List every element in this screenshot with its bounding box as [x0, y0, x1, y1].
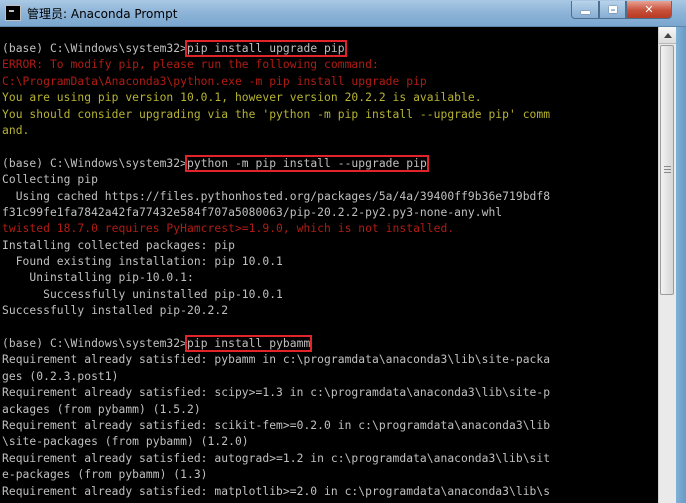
- console-line-text: Requirement already satisfied: matplotli…: [2, 484, 551, 498]
- console-line: Found existing installation: pip 10.0.1: [2, 254, 550, 270]
- console-line: (base) C:\Windows\system32>pip install p…: [2, 335, 550, 353]
- console-line-text: Requirement already satisfied: scikit-fe…: [2, 418, 551, 432]
- console-line: Successfully installed pip-20.2.2: [2, 303, 550, 319]
- console-line-text: \site-packages (from pybamm) (1.2.0): [2, 435, 249, 449]
- console-line: Requirement already satisfied: matplotli…: [2, 484, 550, 500]
- console-line: C:\ProgramData\Anaconda3\python.exe -m p…: [2, 74, 550, 90]
- prompt-path: (base) C:\Windows\system32>: [2, 42, 187, 55]
- window-frame-right: [676, 27, 686, 503]
- console-line: ges (0.2.3.post1): [2, 369, 550, 385]
- console-line-text: Using cached https://files.pythonhosted.…: [2, 189, 551, 203]
- console-line: Requirement already satisfied: autograd>…: [2, 451, 550, 467]
- scrollbar-grip-icon: [664, 166, 671, 173]
- scroll-up-arrow-icon[interactable]: [659, 27, 676, 44]
- console-line-text: Collecting pip: [2, 173, 98, 187]
- console-line: (base) C:\Windows\system32>python -m pip…: [2, 154, 550, 172]
- prompt-path: (base) C:\Windows\system32>: [2, 156, 187, 170]
- console-line: Requirement already satisfied: scikit-fe…: [2, 418, 550, 434]
- console-lines: (base) C:\Windows\system32>pip install u…: [2, 40, 550, 500]
- console-line-text: Installing collected packages: pip: [2, 238, 235, 252]
- console-line-text: f31c99fe1fa7842a42fa77432e584f707a508006…: [2, 205, 503, 219]
- console-line-text: Found existing installation: pip 10.0.1: [2, 255, 283, 269]
- console-line: Requirement already satisfied: scipy>=1.…: [2, 385, 550, 401]
- console-line-text: ERROR: To modify pip, please run the fol…: [2, 58, 379, 72]
- console-line: twisted 18.7.0 requires PyHamcrest>=1.9.…: [2, 221, 550, 237]
- minimize-button[interactable]: [571, 1, 599, 19]
- console-line: Installing collected packages: pip: [2, 238, 550, 254]
- console-line: and.: [2, 123, 550, 139]
- console-line: ERROR: To modify pip, please run the fol…: [2, 57, 550, 73]
- console-line: Requirement already satisfied: pybamm in…: [2, 352, 550, 368]
- console-line-text: Successfully installed pip-20.2.2: [2, 304, 229, 318]
- close-button[interactable]: ✕: [626, 1, 672, 19]
- prompt-path: (base) C:\Windows\system32>: [2, 337, 187, 351]
- highlighted-command: pip install upgrade pip: [185, 40, 347, 57]
- anaconda-prompt-window: 管理员: Anaconda Prompt ✕ (base) C:\Windows…: [0, 0, 686, 503]
- console-line-text: C:\ProgramData\Anaconda3\python.exe -m p…: [2, 74, 427, 88]
- vertical-scrollbar[interactable]: [658, 27, 676, 503]
- scrollbar-thumb[interactable]: [660, 45, 674, 295]
- console-line-text: Successfully uninstalled pip-10.0.1: [2, 287, 283, 301]
- console-line-text: You should consider upgrading via the 'p…: [2, 107, 551, 121]
- console-line: Collecting pip: [2, 172, 550, 188]
- highlighted-command: pip install pybamm: [184, 335, 313, 353]
- console-line-text: and.: [2, 123, 30, 137]
- console-line: Uninstalling pip-10.0.1:: [2, 270, 550, 286]
- console-line-text: ges (0.2.3.post1): [2, 369, 119, 383]
- console-line: ackages (from pybamm) (1.5.2): [2, 402, 550, 418]
- console-line: Using cached https://files.pythonhosted.…: [2, 189, 550, 205]
- console-line-text: ackages (from pybamm) (1.5.2): [2, 402, 201, 416]
- highlighted-command: python -m pip install --upgrade pip: [185, 154, 429, 172]
- close-icon: ✕: [644, 3, 654, 16]
- title-bar[interactable]: 管理员: Anaconda Prompt ✕: [0, 0, 686, 27]
- console-line-text: Uninstalling pip-10.0.1:: [2, 271, 194, 285]
- console-line-text: You are using pip version 10.0.1, howeve…: [2, 91, 482, 105]
- maximize-icon: [608, 6, 617, 13]
- minimize-icon: [580, 11, 590, 14]
- console-line: \site-packages (from pybamm) (1.2.0): [2, 434, 550, 450]
- console-line: f31c99fe1fa7842a42fa77432e584f707a508006…: [2, 205, 550, 221]
- console-app-icon[interactable]: [5, 5, 21, 21]
- maximize-button[interactable]: [599, 1, 626, 19]
- console-line: You are using pip version 10.0.1, howeve…: [2, 90, 550, 106]
- console-output[interactable]: (base) C:\Windows\system32>pip install u…: [0, 27, 658, 503]
- window-title: 管理员: Anaconda Prompt: [27, 7, 178, 21]
- console-line-text: twisted 18.7.0 requires PyHamcrest>=1.9.…: [2, 222, 455, 236]
- console-line: (base) C:\Windows\system32>pip install u…: [2, 40, 550, 57]
- console-line: You should consider upgrading via the 'p…: [2, 107, 550, 123]
- console-line: e-packages (from pybamm) (1.3): [2, 467, 550, 483]
- console-line-text: Requirement already satisfied: autograd>…: [2, 451, 551, 465]
- console-line-text: Requirement already satisfied: pybamm in…: [2, 353, 551, 367]
- console-line-text: e-packages (from pybamm) (1.3): [2, 468, 208, 482]
- console-line-text: Requirement already satisfied: scipy>=1.…: [2, 386, 551, 400]
- console-line: Successfully uninstalled pip-10.0.1: [2, 287, 550, 303]
